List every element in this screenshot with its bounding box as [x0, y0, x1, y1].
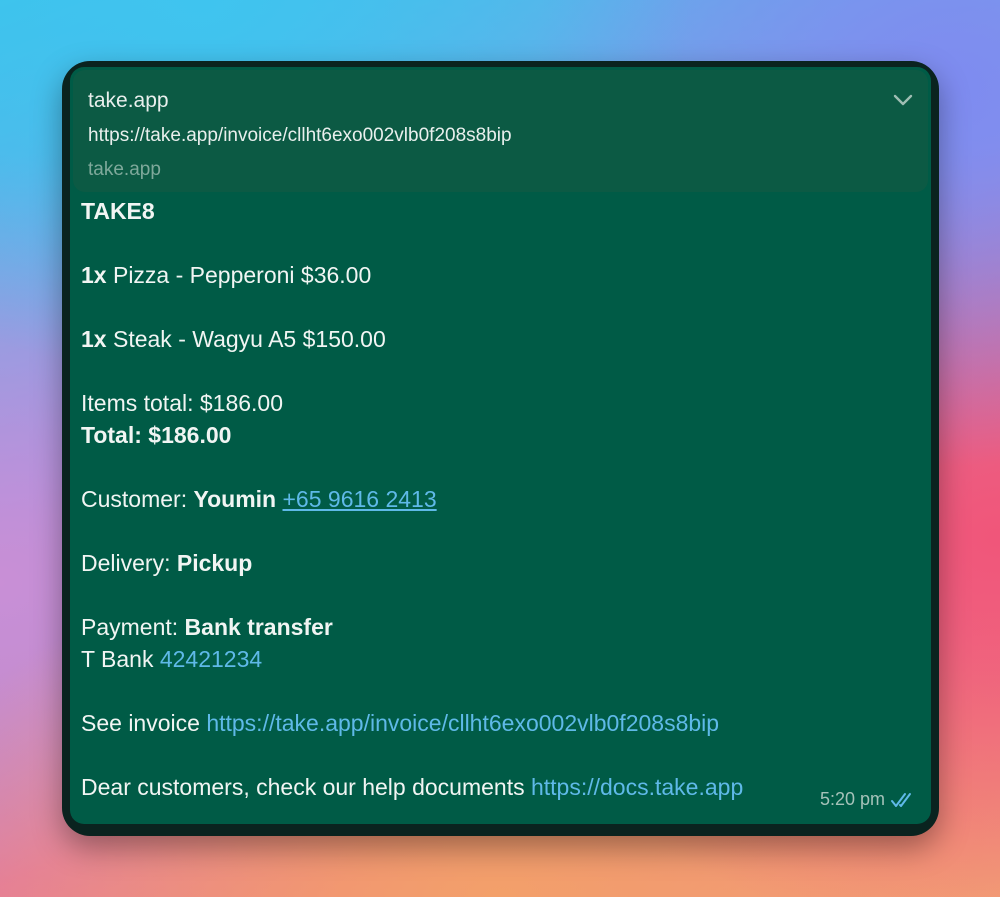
message-time: 5:20 pm	[819, 789, 885, 809]
help-text: Dear customers, check our help documents	[81, 774, 525, 800]
message-bubble[interactable]: take.app https://take.app/invoice/cllht6…	[70, 67, 931, 824]
double-check-icon	[891, 791, 919, 809]
bank-line: T Bank 42421234	[81, 643, 917, 675]
order-total: Total: $186.00	[81, 422, 232, 448]
customer-line: Customer: Youmin +65 9616 2413	[81, 483, 917, 515]
invoice-link[interactable]: https://take.app/invoice/cllht6exo002vlb…	[206, 710, 719, 736]
payment-label: Payment:	[81, 614, 179, 640]
order-item: 1x Steak - Wagyu A5 $150.00	[81, 323, 917, 355]
link-preview-title: take.app	[88, 89, 169, 112]
link-preview-url: https://take.app/invoice/cllht6exo002vlb…	[88, 125, 512, 146]
delivery-label: Delivery:	[81, 550, 171, 576]
link-preview-card[interactable]: take.app https://take.app/invoice/cllht6…	[73, 70, 928, 192]
help-line: Dear customers, check our help documents…	[81, 771, 917, 803]
item-quantity: 1x	[81, 326, 107, 352]
link-preview-domain: take.app	[88, 159, 161, 180]
delivery-value: Pickup	[176, 550, 253, 576]
customer-phone-link[interactable]: +65 9616 2413	[283, 486, 437, 512]
payment-line: Payment: Bank transfer	[81, 611, 917, 643]
payment-value: Bank transfer	[184, 614, 333, 640]
customer-label: Customer:	[81, 486, 188, 512]
items-total: Items total: $186.00	[81, 390, 284, 416]
delivery-line: Delivery: Pickup	[81, 547, 917, 579]
order-item: 1x Pizza - Pepperoni $36.00	[81, 259, 917, 291]
bank-label: T Bank	[81, 646, 154, 672]
help-docs-link[interactable]: https://docs.take.app	[531, 774, 743, 800]
item-quantity: 1x	[81, 262, 107, 288]
invoice-line: See invoice https://take.app/invoice/cll…	[81, 707, 917, 739]
chat-window: take.app https://take.app/invoice/cllht6…	[62, 61, 939, 836]
item-description: Pizza - Pepperoni $36.00	[112, 262, 372, 288]
invoice-label: See invoice	[81, 710, 200, 736]
item-description: Steak - Wagyu A5 $150.00	[112, 326, 386, 352]
customer-name: Youmin	[193, 486, 277, 512]
message-text: TAKE8 1x Pizza - Pepperoni $36.00 1x Ste…	[81, 195, 917, 803]
store-name: TAKE8	[81, 198, 155, 224]
message-meta: 5:20 pm	[820, 789, 919, 810]
chevron-down-icon[interactable]	[892, 89, 914, 111]
bank-account-link[interactable]: 42421234	[160, 646, 262, 672]
